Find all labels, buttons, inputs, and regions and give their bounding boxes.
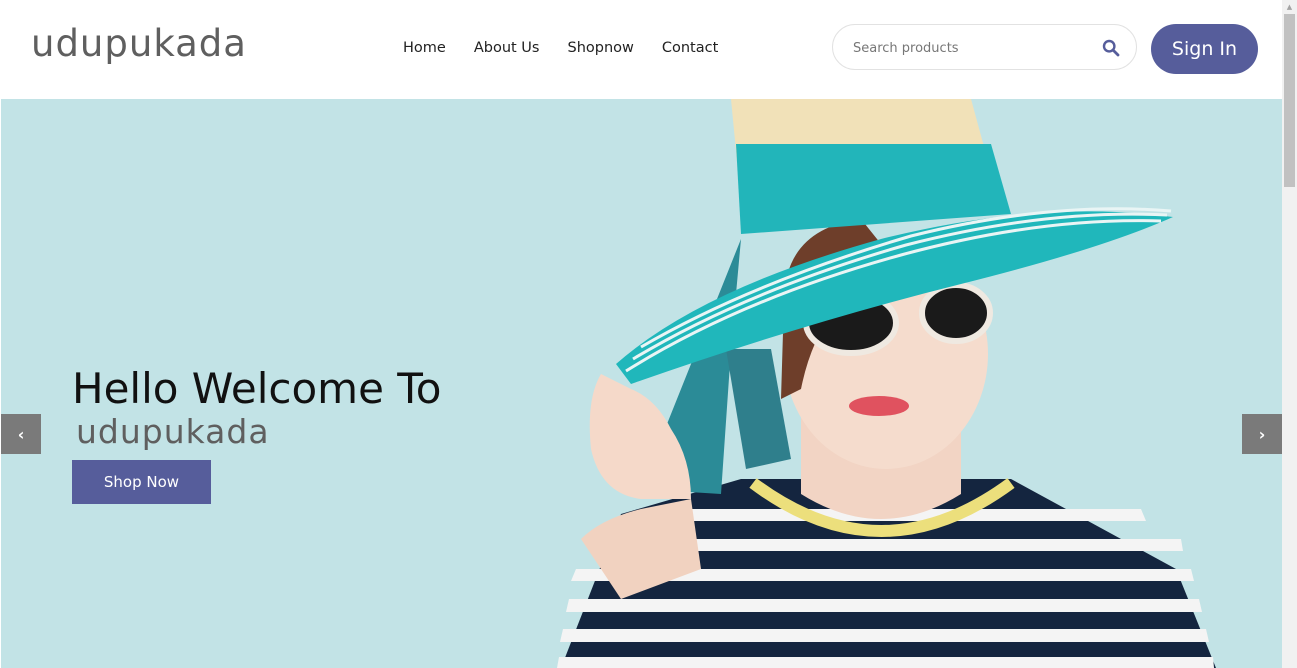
scroll-up-arrow-icon[interactable]: ▲ (1282, 0, 1297, 14)
hero-slider: Hello Welcome To udupukada Shop Now ‹ › (1, 99, 1282, 668)
slider-next-button[interactable]: › (1242, 414, 1282, 454)
chevron-left-icon: ‹ (17, 424, 25, 444)
search-input[interactable] (853, 37, 1093, 59)
page: udupukada Home About Us Shopnow Contact … (0, 0, 1297, 668)
chevron-right-icon: › (1258, 424, 1266, 444)
nav-about-us[interactable]: About Us (474, 38, 540, 58)
nav-shopnow[interactable]: Shopnow (567, 38, 633, 58)
hero-heading: Hello Welcome To (72, 364, 442, 413)
vertical-scrollbar[interactable]: ▲ (1282, 0, 1297, 668)
main-nav: Home About Us Shopnow Contact (403, 38, 746, 58)
site-header: udupukada Home About Us Shopnow Contact … (1, 0, 1282, 99)
site-logo[interactable]: udupukada (31, 22, 247, 65)
hero-brand: udupukada (76, 412, 270, 451)
nav-home[interactable]: Home (403, 38, 446, 58)
slider-prev-button[interactable]: ‹ (1, 414, 41, 454)
search-box (832, 24, 1137, 70)
scrollbar-thumb[interactable] (1284, 14, 1295, 187)
shop-now-button[interactable]: Shop Now (72, 460, 211, 504)
nav-contact[interactable]: Contact (662, 38, 718, 58)
search-icon[interactable] (1102, 39, 1120, 57)
sign-in-button[interactable]: Sign In (1151, 24, 1258, 74)
